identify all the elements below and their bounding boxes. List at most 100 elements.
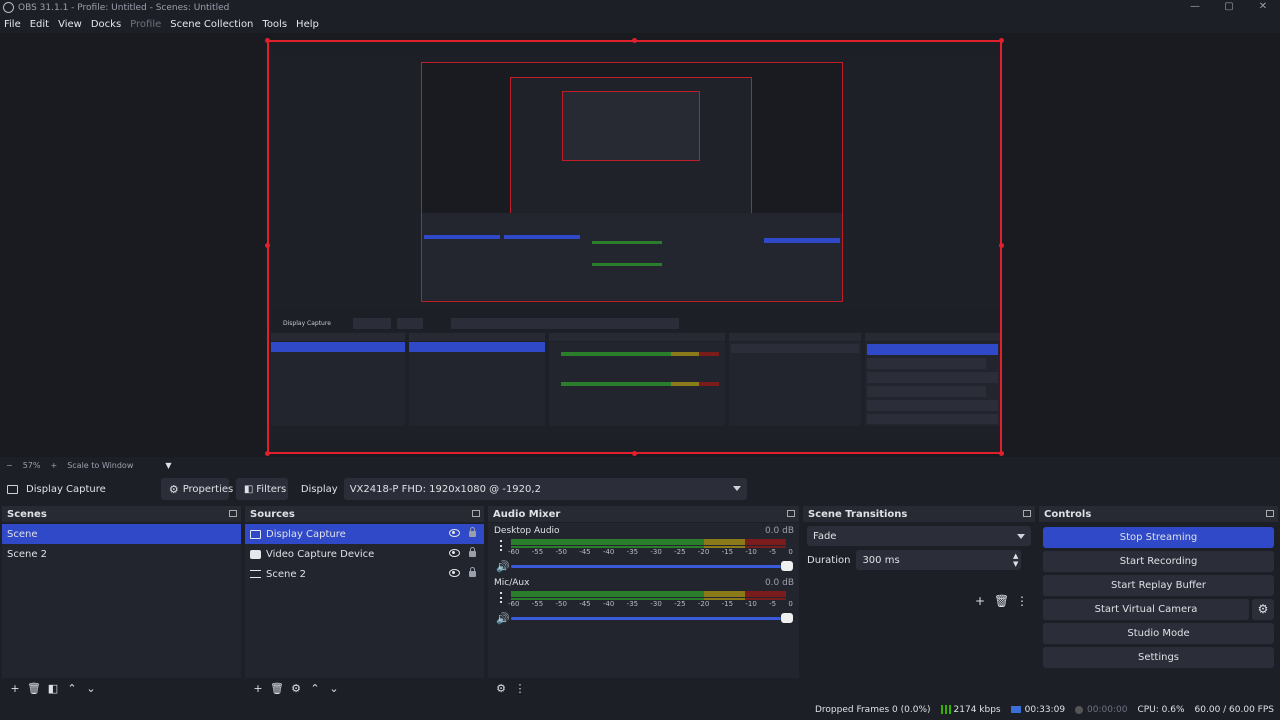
resize-handle[interactable] xyxy=(999,38,1004,43)
gear-icon[interactable]: ⚙ xyxy=(289,682,303,695)
undock-icon[interactable] xyxy=(1266,510,1274,517)
start-replay-buffer-button[interactable]: Start Replay Buffer xyxy=(1043,575,1274,596)
channel-menu-icon[interactable] xyxy=(500,540,503,551)
zoom-in-button[interactable]: + xyxy=(50,461,57,470)
eye-icon[interactable] xyxy=(449,569,460,577)
increment-icon[interactable]: ▲ xyxy=(1013,552,1018,560)
speaker-icon[interactable]: 🔊 xyxy=(496,560,510,573)
volume-meter xyxy=(511,539,786,545)
resize-handle[interactable] xyxy=(265,243,270,248)
more-options-icon[interactable]: ⋮ xyxy=(513,682,527,695)
menu-file[interactable]: File xyxy=(4,19,21,30)
filters-button[interactable]: ◧ Filters xyxy=(235,478,288,500)
start-recording-button[interactable]: Start Recording xyxy=(1043,551,1274,572)
source-item[interactable]: Video Capture Device xyxy=(245,544,484,564)
scale-tick: -40 xyxy=(602,600,615,608)
channel-menu-icon[interactable] xyxy=(500,592,503,603)
move-down-icon[interactable]: ⌄ xyxy=(327,682,341,695)
menu-scene-collection[interactable]: Scene Collection xyxy=(170,19,253,30)
lock-icon[interactable] xyxy=(469,527,476,537)
volume-slider[interactable] xyxy=(511,617,781,620)
menu-tools[interactable]: Tools xyxy=(262,19,287,30)
zoom-out-button[interactable]: − xyxy=(6,461,13,470)
lock-icon[interactable] xyxy=(469,567,476,577)
scene-item-label: Scene xyxy=(7,528,38,540)
properties-button[interactable]: ⚙ Properties xyxy=(160,478,233,500)
resize-handle[interactable] xyxy=(265,451,270,456)
menu-docks[interactable]: Docks xyxy=(91,19,121,30)
close-button[interactable]: ✕ xyxy=(1246,0,1280,15)
eye-icon[interactable] xyxy=(449,549,460,557)
volume-slider[interactable] xyxy=(511,565,781,568)
mixer-channel: Desktop Audio 0.0 dB -60 -55 -50 -45 -40… xyxy=(488,523,799,575)
resize-handle[interactable] xyxy=(632,38,637,43)
controls-dock: Controls Stop Streaming Start Recording … xyxy=(1039,506,1278,698)
move-down-icon[interactable]: ⌄ xyxy=(84,682,98,695)
undock-icon[interactable] xyxy=(229,510,237,517)
gear-icon[interactable]: ⚙ xyxy=(1252,599,1274,620)
controls-title: Controls xyxy=(1044,508,1092,520)
decrement-icon[interactable]: ▼ xyxy=(1013,560,1018,568)
move-up-icon[interactable]: ⌃ xyxy=(308,682,322,695)
scale-tick: -35 xyxy=(626,548,639,556)
source-item[interactable]: Display Capture xyxy=(245,524,484,544)
transition-select[interactable]: Fade xyxy=(807,526,1031,546)
sources-dock: Sources Display Capture Video Capture De… xyxy=(245,506,484,698)
scene-item[interactable]: Scene xyxy=(2,524,241,544)
resize-handle[interactable] xyxy=(632,451,637,456)
add-icon[interactable]: + xyxy=(973,594,987,608)
studio-mode-button[interactable]: Studio Mode xyxy=(1043,623,1274,644)
filter-icon[interactable]: ◧ xyxy=(46,682,60,695)
display-capture-source-frame[interactable]: Display Capture xyxy=(267,40,1002,454)
stop-streaming-button[interactable]: Stop Streaming xyxy=(1043,527,1274,548)
advanced-audio-icon[interactable]: ⚙ xyxy=(494,682,508,695)
scale-tick: -45 xyxy=(579,548,591,556)
menu-help[interactable]: Help xyxy=(296,19,319,30)
menu-edit[interactable]: Edit xyxy=(30,19,49,30)
eye-icon[interactable] xyxy=(449,529,460,537)
add-icon[interactable]: + xyxy=(8,682,22,695)
camera-icon xyxy=(250,549,261,559)
properties-label: Properties xyxy=(182,483,234,495)
menu-view[interactable]: View xyxy=(58,19,82,30)
source-item[interactable]: Scene 2 xyxy=(245,564,484,584)
scale-mode-dropdown[interactable]: Scale to Window xyxy=(67,461,133,470)
streaming-icon xyxy=(1010,706,1021,713)
speaker-icon[interactable]: 🔊 xyxy=(496,612,510,625)
menu-profile[interactable]: Profile xyxy=(130,19,161,30)
scale-tick: 0 xyxy=(788,548,793,556)
start-virtual-camera-button[interactable]: Start Virtual Camera xyxy=(1043,599,1249,620)
scale-tick: -50 xyxy=(555,548,567,556)
bitrate-group: 2174 kbps xyxy=(940,705,1001,715)
resize-handle[interactable] xyxy=(999,451,1004,456)
minimize-button[interactable]: — xyxy=(1178,0,1212,15)
chevron-down-icon[interactable]: ▼ xyxy=(165,461,171,470)
trash-icon[interactable]: 🗑 xyxy=(27,682,41,695)
undock-icon[interactable] xyxy=(472,510,480,517)
undock-icon[interactable] xyxy=(787,510,795,517)
display-select[interactable]: VX2418-P FHD: 1920x1080 @ -1920,2 xyxy=(343,478,747,500)
volume-slider-handle[interactable] xyxy=(781,561,793,571)
trash-icon[interactable]: 🗑 xyxy=(270,682,284,695)
resize-handle[interactable] xyxy=(999,243,1004,248)
undock-icon[interactable] xyxy=(1023,510,1031,517)
scene-transitions-body: Fade Duration 300 ms ▲ ▼ + 🗑 ⋮ xyxy=(803,524,1035,698)
resize-handle[interactable] xyxy=(265,38,270,43)
virtual-camera-row: Start Virtual Camera ⚙ xyxy=(1043,599,1274,620)
more-options-icon[interactable]: ⋮ xyxy=(1015,594,1029,608)
duration-spinbox[interactable]: 300 ms ▲ ▼ xyxy=(856,550,1022,570)
scene-item[interactable]: Scene 2 xyxy=(2,544,241,564)
preview-canvas[interactable]: Display Capture xyxy=(0,33,1280,457)
maximize-button[interactable]: ▢ xyxy=(1212,0,1246,15)
scene-item-label: Scene 2 xyxy=(7,548,48,560)
window-controls: — ▢ ✕ xyxy=(1178,0,1280,15)
move-up-icon[interactable]: ⌃ xyxy=(65,682,79,695)
channel-db: 0.0 dB xyxy=(764,578,794,588)
mixer-channel: Mic/Aux 0.0 dB -60 -55 -50 -45 -40 -35 -… xyxy=(488,575,799,627)
settings-button[interactable]: Settings xyxy=(1043,647,1274,668)
volume-slider-handle[interactable] xyxy=(781,613,793,623)
cpu-usage: CPU: 0.6% xyxy=(1137,705,1185,715)
lock-icon[interactable] xyxy=(469,547,476,557)
trash-icon[interactable]: 🗑 xyxy=(994,594,1009,608)
add-icon[interactable]: + xyxy=(251,682,265,695)
